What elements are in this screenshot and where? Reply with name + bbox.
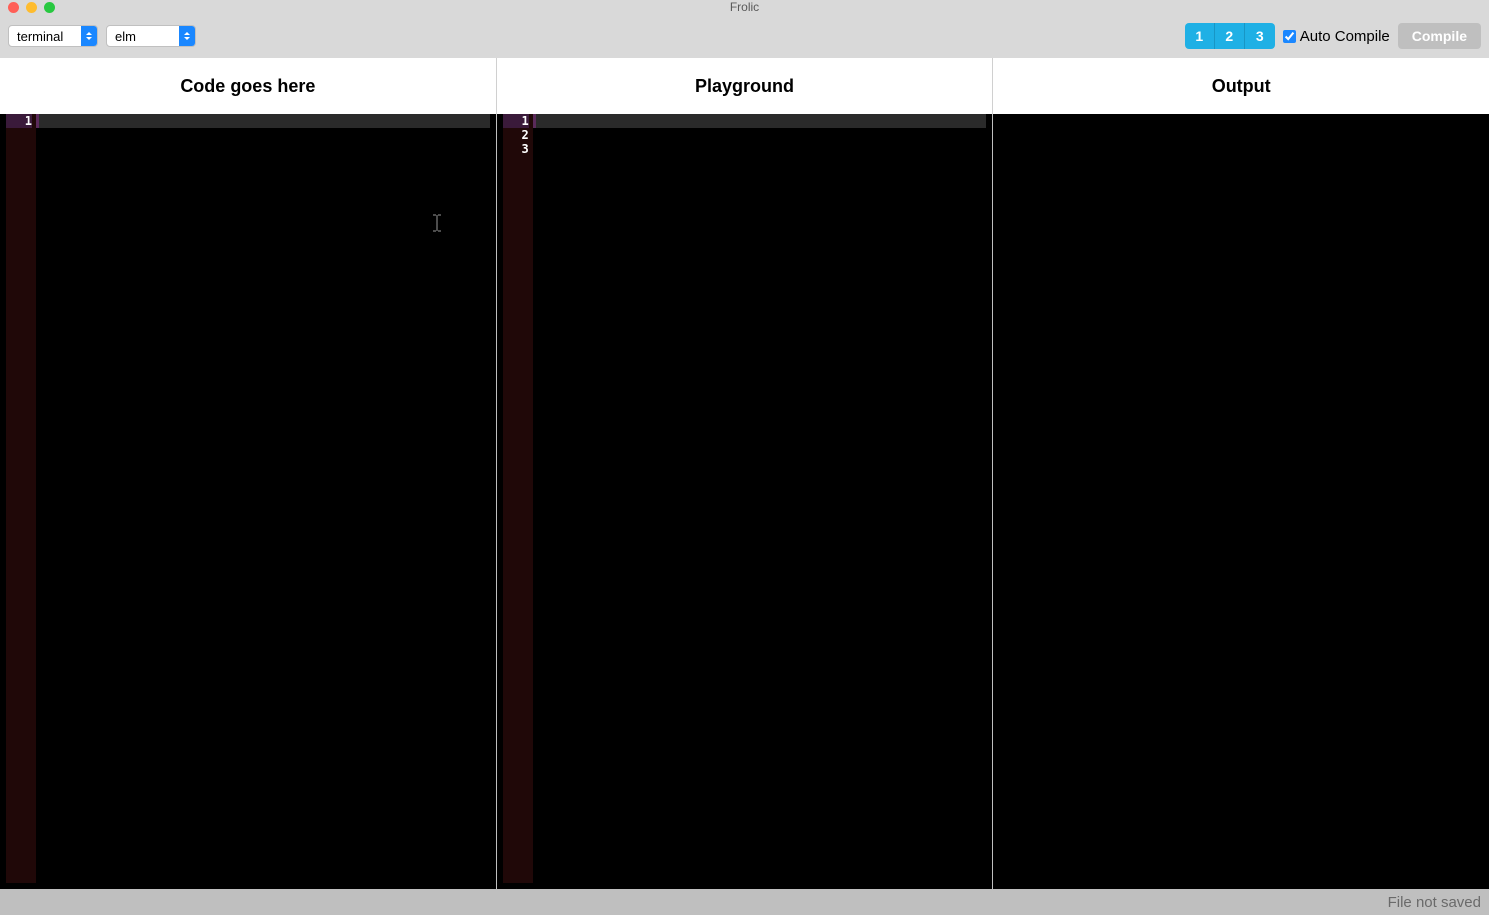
- language-select-wrap: elm: [106, 25, 196, 47]
- pane-header-playground: Playground: [497, 58, 994, 114]
- window-minimize-button[interactable]: [26, 2, 37, 13]
- terminal-select-wrap: terminal: [8, 25, 98, 47]
- window-maximize-button[interactable]: [44, 2, 55, 13]
- code-gutter: 1: [6, 114, 36, 883]
- toolbar: terminal elm 1 2 3 Auto Compile Compile: [0, 14, 1489, 58]
- app-title: Frolic: [730, 0, 759, 14]
- active-line-highlight: [533, 114, 987, 128]
- text-cursor-icon: [431, 214, 443, 237]
- terminal-select[interactable]: terminal: [8, 25, 98, 47]
- layout-button-2[interactable]: 2: [1215, 23, 1245, 49]
- window-close-button[interactable]: [8, 2, 19, 13]
- auto-compile-checkbox-wrap[interactable]: Auto Compile: [1283, 28, 1390, 45]
- playground-editor[interactable]: 1 2 3: [497, 114, 993, 889]
- panes-body: 1 1 2 3: [0, 114, 1489, 889]
- playground-text-area[interactable]: [533, 114, 987, 883]
- pane-header-code: Code goes here: [0, 58, 497, 114]
- playground-gutter: 1 2 3: [503, 114, 533, 883]
- code-editor[interactable]: 1: [0, 114, 496, 889]
- line-number: 1: [6, 114, 32, 128]
- titlebar: Frolic: [0, 0, 1489, 14]
- layout-button-group: 1 2 3: [1185, 23, 1275, 49]
- auto-compile-checkbox[interactable]: [1283, 30, 1296, 43]
- toolbar-right: 1 2 3 Auto Compile Compile: [1185, 23, 1481, 49]
- status-text: File not saved: [1388, 894, 1481, 911]
- status-bar: File not saved: [0, 889, 1489, 915]
- traffic-lights: [8, 2, 55, 13]
- active-line-highlight: [36, 114, 490, 128]
- code-text-area[interactable]: [36, 114, 490, 883]
- language-select[interactable]: elm: [106, 25, 196, 47]
- pane-header-output: Output: [993, 58, 1489, 114]
- line-number: 2: [503, 128, 529, 142]
- panes-header: Code goes here Playground Output: [0, 58, 1489, 114]
- playground-pane: 1 2 3: [497, 114, 994, 889]
- toolbar-left: terminal elm: [8, 25, 196, 47]
- output-pane: [993, 114, 1489, 889]
- compile-button[interactable]: Compile: [1398, 23, 1481, 49]
- auto-compile-label: Auto Compile: [1300, 28, 1390, 45]
- line-number: 1: [503, 114, 529, 128]
- line-number: 3: [503, 142, 529, 156]
- code-pane: 1: [0, 114, 497, 889]
- layout-button-3[interactable]: 3: [1245, 23, 1275, 49]
- layout-button-1[interactable]: 1: [1185, 23, 1215, 49]
